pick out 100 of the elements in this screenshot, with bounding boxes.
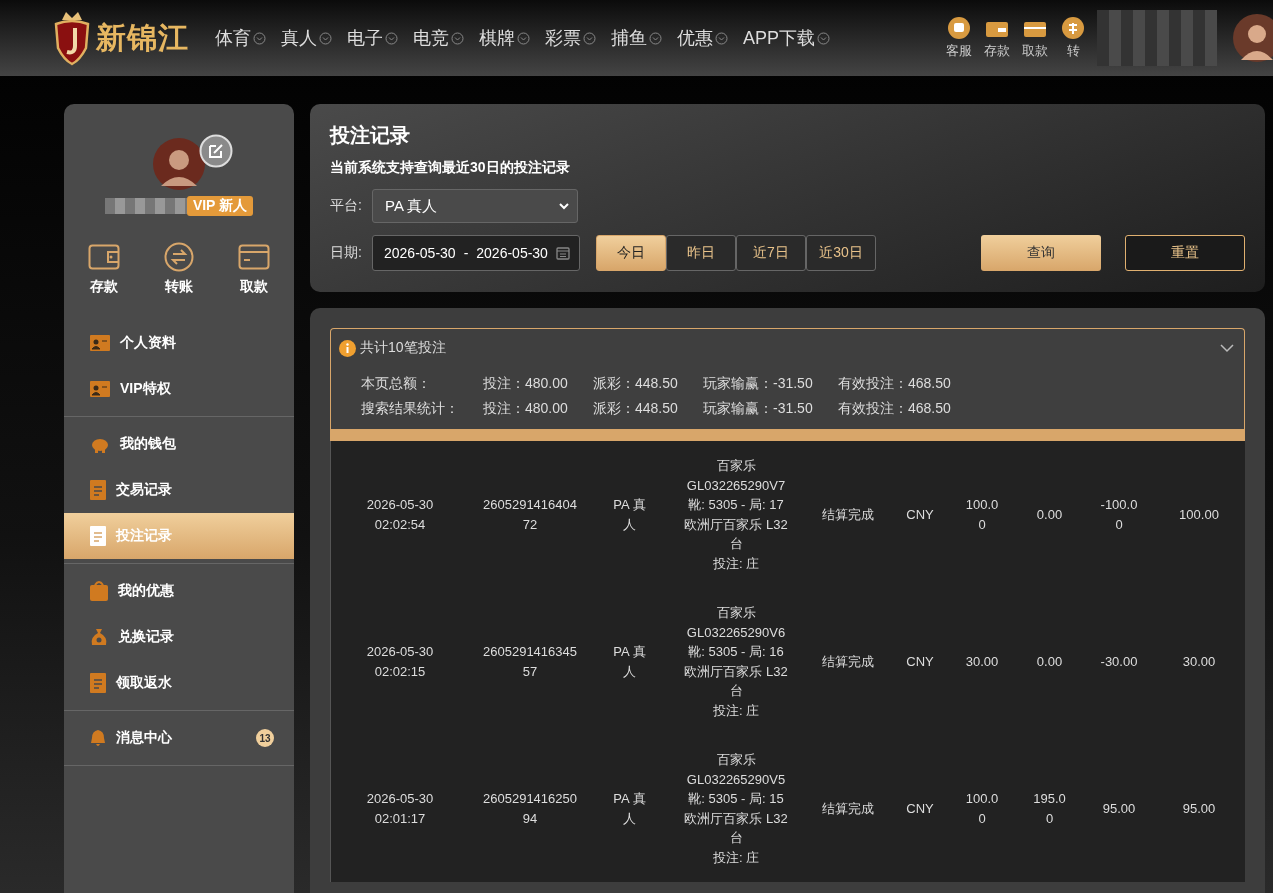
date-range-tab[interactable]: 近30日 <box>806 235 876 271</box>
chevron-icon <box>517 31 530 45</box>
table-cell-text: 2026-05-30 02:02:15 <box>365 643 435 681</box>
table-cell-text: -30.00 <box>1099 652 1139 671</box>
table-cell-text: 0.00 <box>1035 505 1064 524</box>
chevron-icon <box>649 31 662 45</box>
sidebar-menu-item[interactable]: 兑换记录 <box>64 614 294 660</box>
table-cell-text: 30.00 <box>1182 652 1216 671</box>
quick-action-button[interactable]: 取款 <box>234 242 274 296</box>
id-card-icon <box>90 381 110 397</box>
table-cell-text: 260529141625094 <box>482 790 578 828</box>
nav-link[interactable]: 彩票 <box>545 26 596 50</box>
nav-link[interactable]: 真人 <box>281 26 332 50</box>
table-cell-text: 100.00 <box>1179 505 1219 524</box>
table-cell-text: 百家乐 GL032265290V5 靴: 5305 - 局: 15 欧洲厅百家乐 L32台 投注: 庄 <box>683 751 789 867</box>
nav-link[interactable]: 棋牌 <box>479 26 530 50</box>
id-card-icon <box>90 335 110 351</box>
nav-link[interactable]: APP下载 <box>743 26 831 50</box>
chevron-icon <box>583 31 596 45</box>
date-range-tab[interactable]: 近7日 <box>736 235 806 271</box>
summary-value: 派彩：448.50 <box>593 399 679 418</box>
document-icon <box>90 673 106 693</box>
summary-value: 投注：480.00 <box>483 374 569 393</box>
date-range-field[interactable]: 2026-05-30 - 2026-05-30 <box>372 235 580 271</box>
table-cell-text: PA 真人 <box>612 790 647 828</box>
wallet-icon <box>88 242 120 272</box>
sidebar-menu-item[interactable]: 领取返水 <box>64 660 294 706</box>
document-icon <box>90 480 106 500</box>
table-cell-text: 260529141634557 <box>482 643 578 681</box>
sidebar-menu-item[interactable]: 个人资料 <box>64 320 294 366</box>
sidebar-menu-item[interactable]: 交易记录 <box>64 467 294 513</box>
summary-label: 本页总额： <box>361 374 432 393</box>
quick-action-button[interactable]: 转账 <box>159 242 199 296</box>
calendar-icon <box>555 246 570 260</box>
table-cell-text: CNY <box>906 652 934 671</box>
document-icon <box>90 526 106 546</box>
table-cell-text: 195.00 <box>1032 790 1067 828</box>
date-range-tab[interactable]: 今日 <box>596 235 666 271</box>
table-cell-text: 100.00 <box>964 496 1000 534</box>
table-cell-text: 30.00 <box>964 652 1000 671</box>
avatar-icon[interactable] <box>1233 14 1273 62</box>
chevron-icon <box>319 31 332 45</box>
nav-link[interactable]: 优惠 <box>677 26 728 50</box>
chevron-icon <box>715 31 728 45</box>
header-action-button[interactable]: 转 <box>1059 16 1087 60</box>
chevron-icon[interactable] <box>1220 343 1234 353</box>
sidebar-menu-item[interactable]: 我的优惠 <box>64 568 294 614</box>
table-cell-text: 2026-05-30 02:01:17 <box>365 790 435 828</box>
nav-link[interactable]: 电竞 <box>413 26 464 50</box>
sidebar-menu-item[interactable]: VIP特权 <box>64 366 294 412</box>
nav-link[interactable]: 电子 <box>347 26 398 50</box>
edit-icon[interactable] <box>199 134 233 168</box>
table-cell-text: 2026-05-30 02:02:54 <box>365 496 435 534</box>
table-cell-text: 95.00 <box>1101 799 1137 818</box>
table-cell-text: PA 真人 <box>612 496 647 534</box>
sidebar-menu-item[interactable]: 消息中心 13 <box>64 715 294 761</box>
table-cell-text: 结算完成 <box>821 799 874 818</box>
logo-text[interactable]: 新锦江 <box>96 17 189 59</box>
table-cell-text: -100.00 <box>1099 496 1139 534</box>
table-cell-text: CNY <box>906 505 934 524</box>
table-cell-text: 百家乐 GL032265290V6 靴: 5305 - 局: 16 欧洲厅百家乐 L32台 投注: 庄 <box>683 604 789 720</box>
summary-value: 有效投注：468.50 <box>838 374 951 393</box>
chevron-icon <box>253 31 266 45</box>
table-cell-text: 0.00 <box>1035 652 1064 671</box>
bag-icon <box>90 581 108 601</box>
summary-label: 搜索结果统计： <box>361 399 460 418</box>
bell-icon <box>90 729 106 747</box>
transfer-icon <box>164 242 194 272</box>
table-cell-text: 95.00 <box>1182 799 1216 818</box>
table-cell-text: 百家乐 GL032265290V7 靴: 5305 - 局: 17 欧洲厅百家乐 L32台 投注: 庄 <box>683 457 789 573</box>
table-cell-text: 100.00 <box>964 790 1000 828</box>
header-action-button[interactable]: 客服 <box>945 16 973 60</box>
chevron-icon <box>385 31 398 45</box>
summary-value: 玩家输赢：-31.50 <box>703 399 814 418</box>
summary-value: 玩家输赢：-31.50 <box>703 374 814 393</box>
summary-title: 共计10笔投注 <box>360 339 446 357</box>
notice-text: 当前系统支持查询最近30日的投注记录 <box>330 159 571 177</box>
nav-link[interactable]: 捕鱼 <box>611 26 662 50</box>
platform-select[interactable]: PA 真人 <box>372 189 578 223</box>
header-action-button[interactable]: 取款 <box>1021 16 1049 60</box>
header-action-button[interactable]: 存款 <box>983 16 1011 60</box>
card-icon <box>238 242 270 272</box>
query-button[interactable]: 查询 <box>981 235 1101 271</box>
date-range-tab[interactable]: 昨日 <box>666 235 736 271</box>
table-cell-text: 结算完成 <box>821 652 874 671</box>
chat-icon <box>947 16 971 40</box>
nav-link[interactable]: 体育 <box>215 26 266 50</box>
reset-button[interactable]: 重置 <box>1125 235 1245 271</box>
money-bag-icon <box>90 627 108 647</box>
chevron-icon <box>559 202 569 210</box>
table-cell-text: PA 真人 <box>612 643 647 681</box>
quick-action-button[interactable]: 存款 <box>84 242 124 296</box>
page-title: 投注记录 <box>330 123 411 148</box>
table-cell-text: 260529141640472 <box>482 496 578 534</box>
vip-badge: VIP 新人 <box>186 196 254 216</box>
summary-value: 派彩：448.50 <box>593 374 679 393</box>
chevron-icon <box>451 31 464 45</box>
summary-value: 有效投注：468.50 <box>838 399 951 418</box>
sidebar-menu-item[interactable]: 我的钱包 <box>64 421 294 467</box>
table-cell-text: CNY <box>906 799 934 818</box>
